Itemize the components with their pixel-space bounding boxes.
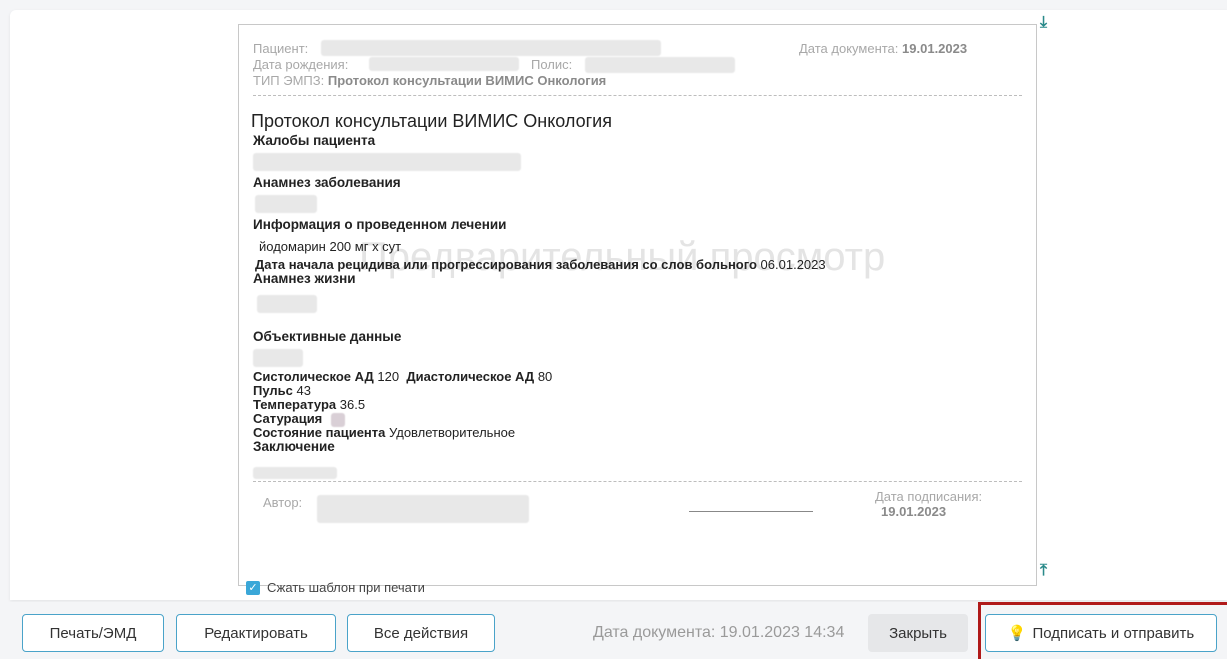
checkbox-checked-icon[interactable]: ✓	[246, 580, 260, 595]
dia-label: Диастолическое АД	[406, 369, 535, 384]
author-label: Автор:	[263, 495, 303, 510]
header-divider	[253, 95, 1022, 96]
state-value: Удовлетворительное	[389, 425, 516, 440]
sys-label: Систолическое АД	[253, 369, 374, 384]
birth-label: Дата рождения:	[253, 57, 349, 72]
doc-date-value: 19.01.2023	[902, 41, 968, 56]
objective-redacted	[253, 349, 303, 367]
complaints-heading: Жалобы пациента	[253, 133, 376, 148]
patient-value-redacted	[321, 40, 661, 56]
pulse-value: 43	[296, 383, 311, 398]
emz-type-value: Протокол консультации ВИМИС Онкология	[327, 73, 607, 88]
state-label: Состояние пациента	[253, 425, 386, 440]
compress-label: Сжать шаблон при печати	[267, 580, 425, 595]
conclusion-redacted	[253, 467, 337, 479]
all-actions-button[interactable]: Все действия	[347, 614, 495, 652]
document-title: Протокол консультации ВИМИС Онкология	[251, 111, 612, 131]
edit-button[interactable]: Редактировать	[176, 614, 336, 652]
treatment-heading: Информация о проведенном лечении	[253, 217, 507, 232]
sys-value: 120	[377, 369, 400, 384]
conclusion-heading: Заключение	[253, 439, 335, 454]
temp-value: 36.5	[339, 397, 366, 412]
relapse-label: Дата начала рецидива или прогрессировани…	[255, 257, 757, 272]
policy-label: Полис:	[531, 57, 573, 72]
emz-type-label: ТИП ЭМПЗ:	[253, 73, 325, 88]
doc-date-label: Дата документа:	[799, 41, 899, 56]
policy-value-redacted	[585, 57, 735, 73]
objective-heading: Объективные данные	[253, 329, 402, 344]
life-anamnesis-redacted	[257, 295, 317, 313]
close-button[interactable]: Закрыть	[868, 614, 968, 652]
scroll-to-top-icon[interactable]: ⤒	[1040, 562, 1047, 580]
sign-date-value: 19.01.2023	[881, 504, 947, 519]
footer-doc-date: Дата документа: 19.01.2023 14:34	[593, 624, 845, 641]
complaints-redacted	[253, 153, 521, 171]
life-anamnesis-heading: Анамнез жизни	[253, 271, 356, 286]
signature-divider	[253, 481, 1022, 482]
document-panel: Пациент: Дата рождения: Полис: ТИП ЭМПЗ:…	[10, 10, 1227, 600]
signature-line	[689, 511, 813, 512]
birth-value-redacted	[369, 57, 519, 71]
document-preview: Пациент: Дата рождения: Полис: ТИП ЭМПЗ:…	[238, 24, 1037, 586]
relapse-value: 06.01.2023	[760, 257, 826, 272]
treatment-value: йодомарин 200 мг х сут	[259, 239, 402, 254]
sign-date-label: Дата подписания:	[875, 489, 983, 504]
pulse-label: Пульс	[253, 383, 293, 398]
anamnesis-heading: Анамнез заболевания	[253, 175, 401, 190]
author-redacted	[317, 495, 529, 523]
patient-label: Пациент:	[253, 41, 309, 56]
sat-label: Сатурация	[253, 411, 323, 426]
highlight-frame	[978, 602, 1227, 659]
scroll-to-bottom-icon[interactable]: ⤓	[1040, 14, 1047, 32]
anamnesis-redacted	[255, 195, 317, 213]
dia-value: 80	[537, 369, 553, 384]
temp-label: Температура	[253, 397, 337, 412]
print-emd-button[interactable]: Печать/ЭМД	[22, 614, 164, 652]
compress-template-checkbox[interactable]: ✓ Сжать шаблон при печати	[246, 580, 425, 595]
